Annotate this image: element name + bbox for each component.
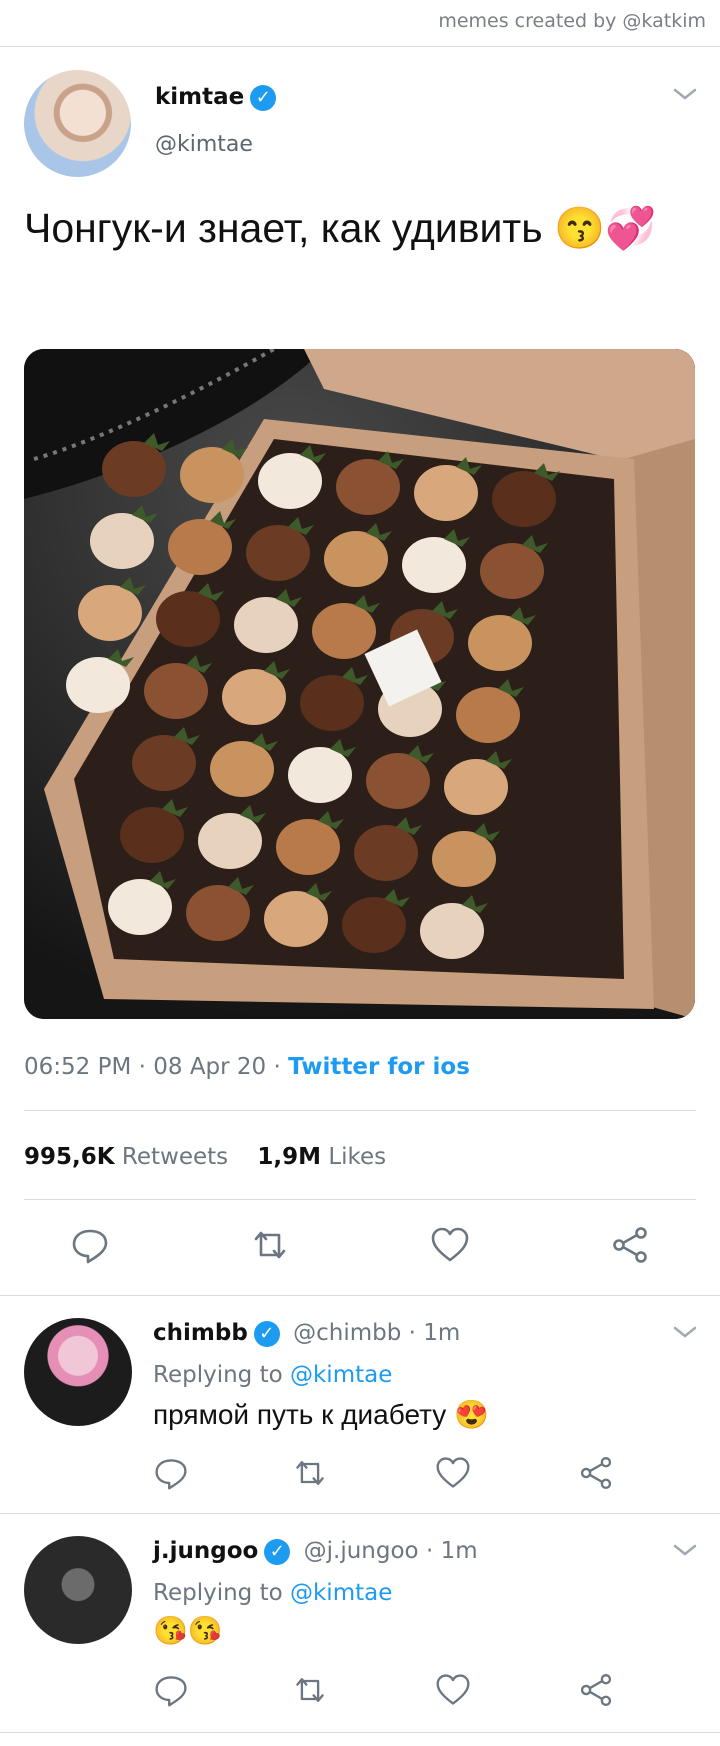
verified-check-icon: ✓ (250, 84, 277, 111)
strawberry-shape (276, 819, 340, 875)
reply-author-name[interactable]: j.jungoo (153, 1538, 258, 1564)
chevron-down-icon[interactable] (672, 1540, 698, 1565)
reply-text: 😘😘 (153, 1615, 223, 1646)
author-avatar[interactable] (24, 70, 131, 177)
reply-action-bar (0, 1672, 720, 1722)
retweet-icon[interactable] (292, 1455, 332, 1495)
tweet-meta: 06:52 PM · 08 Apr 20 · Twitter for ios (24, 1054, 470, 1080)
likes-count[interactable]: 1,9M (257, 1144, 321, 1170)
share-icon[interactable] (578, 1672, 618, 1712)
strawberry-shape (108, 879, 172, 935)
verified-check-icon: ✓ (264, 1538, 291, 1565)
strawberry-shape (186, 885, 250, 941)
strawberry-shape (258, 453, 322, 509)
reply-bubble-icon[interactable] (70, 1225, 110, 1265)
author-name[interactable]: kimtae (155, 84, 244, 110)
strawberry-shape (456, 687, 520, 743)
tweet-date: 08 Apr 20 (153, 1054, 267, 1080)
strawberry-shape (366, 753, 430, 809)
strawberry-shape (414, 465, 478, 521)
strawberry-shape (198, 813, 262, 869)
strawberry-shape (300, 675, 364, 731)
replying-prefix: Replying to (153, 1362, 283, 1388)
replying-to-link[interactable]: @kimtae (290, 1362, 392, 1388)
reply-handle[interactable]: @chimbb · 1m (293, 1320, 460, 1346)
top-divider (0, 46, 720, 47)
verified-check-icon: ✓ (253, 1320, 280, 1347)
reply-header: chimbb ✓ @chimbb · 1m (153, 1320, 460, 1347)
chevron-down-icon[interactable] (672, 84, 698, 109)
strawberry-shape (132, 735, 196, 791)
reply-bubble-icon[interactable] (153, 1672, 193, 1712)
strawberry-shape (432, 831, 496, 887)
strawberry-shape (90, 513, 154, 569)
replying-to-link[interactable]: @kimtae (290, 1580, 392, 1606)
reply-bubble-icon[interactable] (153, 1455, 193, 1495)
tweet-time: 06:52 PM (24, 1054, 132, 1080)
strawberry-shape (342, 897, 406, 953)
replying-prefix: Replying to (153, 1580, 283, 1606)
strawberry-shape (180, 447, 244, 503)
strawberry-shape (210, 741, 274, 797)
divider (24, 1110, 696, 1111)
divider (0, 1732, 720, 1733)
strawberry-shape (492, 471, 556, 527)
author-handle[interactable]: @kimtae (155, 132, 253, 157)
tweet-source-link[interactable]: Twitter for ios (288, 1054, 470, 1080)
strawberry-shape (336, 459, 400, 515)
heart-icon[interactable] (435, 1455, 475, 1495)
credit-text: memes created by @katkim (438, 10, 706, 32)
tweet-photo[interactable] (24, 349, 695, 1019)
strawberry-shape (156, 591, 220, 647)
tweet-stats: 995,6K Retweets 1,9M Likes (24, 1144, 386, 1170)
strawberry-shape (222, 669, 286, 725)
divider (0, 1513, 720, 1514)
strawberry-shape (66, 657, 130, 713)
strawberry-shape (246, 525, 310, 581)
divider (0, 1295, 720, 1296)
reply-avatar[interactable] (24, 1318, 132, 1426)
share-icon[interactable] (610, 1225, 650, 1265)
strawberry-shape (120, 807, 184, 863)
strawberry-shape (444, 759, 508, 815)
retweet-icon[interactable] (250, 1225, 290, 1265)
reply-handle[interactable]: @j.jungoo · 1m (304, 1538, 478, 1564)
reply-text: прямой путь к диабету 😍 (153, 1399, 489, 1430)
strawberry-shape (312, 603, 376, 659)
replying-to: Replying to @kimtae (153, 1580, 392, 1606)
strawberry-shape (168, 519, 232, 575)
strawberry-shape (420, 903, 484, 959)
retweets-count[interactable]: 995,6K (24, 1144, 115, 1170)
strawberry-shape (264, 891, 328, 947)
strawberry-shape (78, 585, 142, 641)
strawberry-shape (468, 615, 532, 671)
retweet-icon[interactable] (292, 1672, 332, 1712)
chevron-down-icon[interactable] (672, 1322, 698, 1347)
reply-header: j.jungoo ✓ @j.jungoo · 1m (153, 1538, 478, 1565)
strawberry-shape (480, 543, 544, 599)
replying-to: Replying to @kimtae (153, 1362, 392, 1388)
strawberry-shape (144, 663, 208, 719)
strawberry-shape (234, 597, 298, 653)
reply-action-bar (0, 1455, 720, 1505)
share-icon[interactable] (578, 1455, 618, 1495)
strawberry-shape (288, 747, 352, 803)
author-name-row[interactable]: kimtae ✓ (155, 84, 277, 111)
reply-author-name[interactable]: chimbb (153, 1320, 248, 1346)
tweet-text: Чонгук-и знает, как удивить 😙💞 (24, 205, 657, 251)
divider (24, 1199, 696, 1200)
tweet-action-bar (0, 1225, 720, 1275)
heart-icon[interactable] (430, 1225, 470, 1265)
reply-avatar[interactable] (24, 1536, 132, 1644)
likes-label[interactable]: Likes (328, 1144, 386, 1170)
heart-icon[interactable] (435, 1672, 475, 1712)
strawberry-shape (102, 441, 166, 497)
strawberry-shape (354, 825, 418, 881)
strawberry-shape (324, 531, 388, 587)
retweets-label[interactable]: Retweets (122, 1144, 228, 1170)
strawberry-shape (402, 537, 466, 593)
